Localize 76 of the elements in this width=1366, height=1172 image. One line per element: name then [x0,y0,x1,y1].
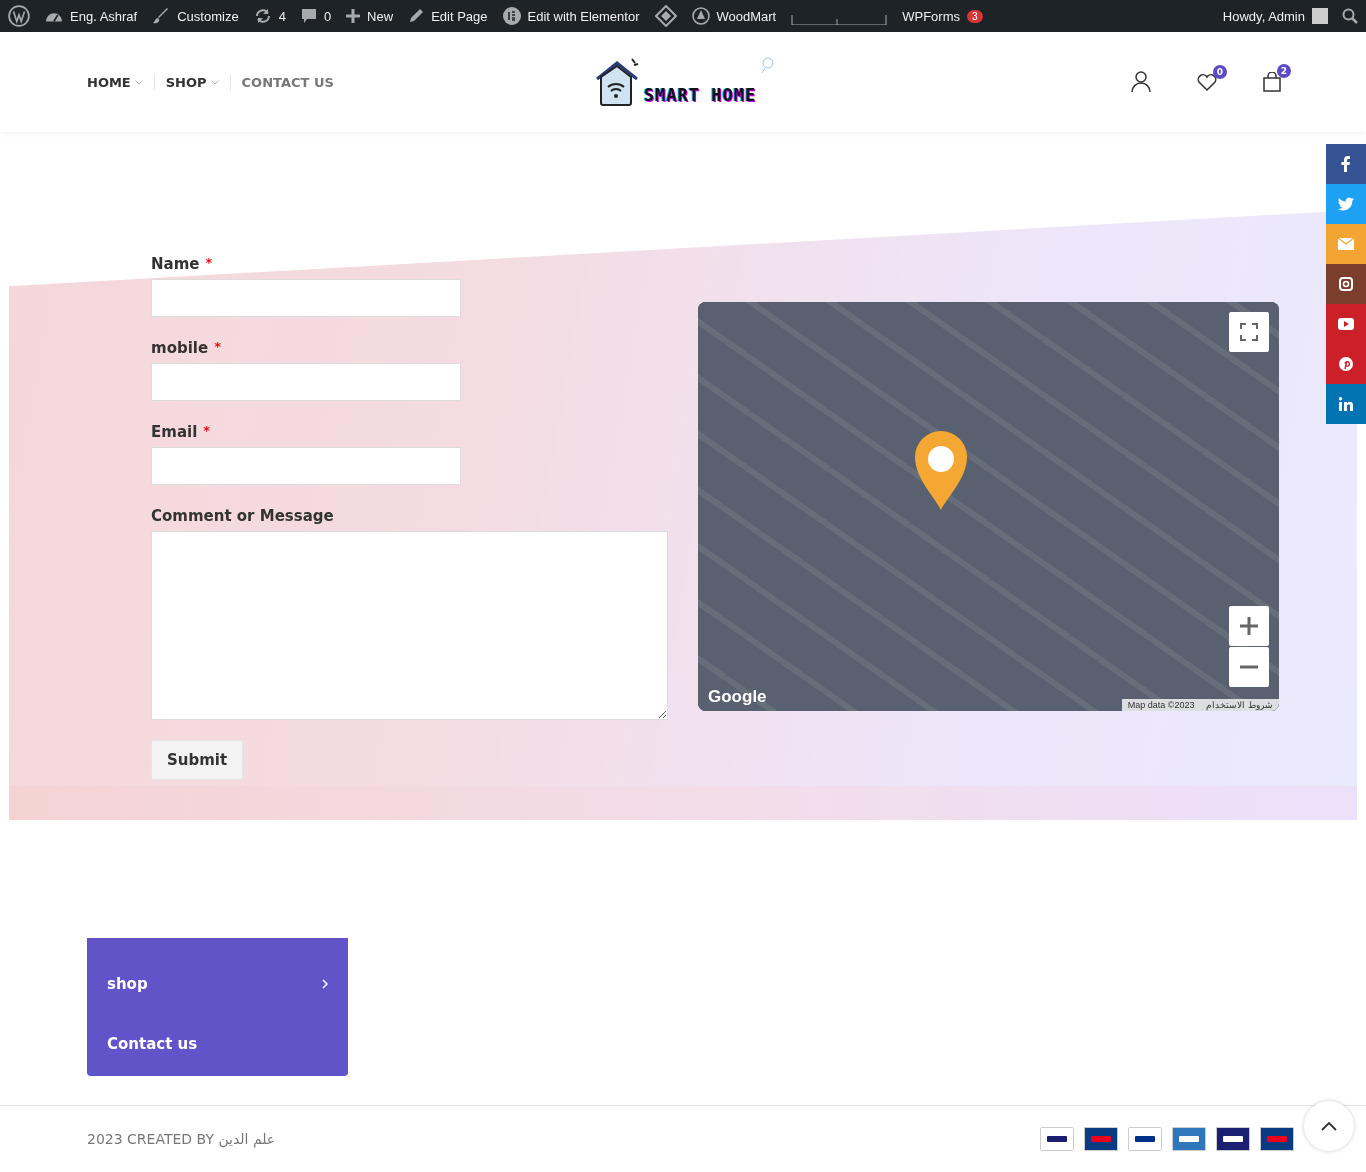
required-mark: * [203,423,211,440]
field-label: mobile [151,339,209,357]
social-share-button[interactable] [1326,304,1366,344]
wishlist-count-badge: 0 [1213,65,1227,79]
admin-bar-link[interactable]: 4 [278,8,286,24]
admin-bar-link[interactable]: WoodMart [716,8,777,24]
minus-icon [1240,665,1258,669]
plus-icon [346,9,361,23]
refresh-icon [253,7,272,25]
admin-bar-link[interactable]: Customize [177,8,239,24]
required-mark: * [205,255,213,272]
logo-text[interactable]: SMART HOME [643,85,757,107]
fullscreen-icon [1240,323,1258,341]
plus-icon [1240,617,1258,635]
social-share-button[interactable] [1326,264,1366,304]
footer-menu-link[interactable]: shop [107,962,328,1006]
house-wifi-icon [593,57,640,107]
field-label: Comment or Message [151,507,334,525]
map-pin-icon [914,430,968,510]
input-field[interactable] [151,447,461,485]
admin-bar-link[interactable]: Edit Page [431,8,488,24]
chevron-up-icon [1321,1121,1337,1131]
payment-card-icon [1260,1127,1294,1151]
notification-badge: 3 [967,9,983,23]
submit-button[interactable]: Submit [151,740,244,780]
social-share-button[interactable] [1326,384,1366,424]
user-icon[interactable] [1131,71,1151,93]
payment-card-icon [1084,1127,1118,1151]
field-label: Name [151,255,200,273]
footer-menu-link[interactable]: Contact us [107,1022,328,1066]
map-brand-logo: Google [708,687,767,707]
required-mark: * [214,339,221,356]
payment-card-icon [1128,1127,1162,1151]
shopping-bag-icon[interactable] [1263,72,1281,92]
payment-card-icon [1172,1127,1206,1151]
play-icon [1338,318,1354,330]
pencil-icon [408,8,425,24]
heart-icon[interactable] [1197,73,1217,91]
input-field[interactable] [151,363,461,401]
input-field[interactable] [151,279,461,317]
nav-link[interactable]: SHOP [154,74,231,90]
zoom-out-button[interactable] [1229,647,1269,687]
map-attribution: Map data ©2023 [1126,699,1196,711]
elementor-icon [502,7,521,25]
payment-card-icon [1216,1127,1250,1151]
admin-bar-link[interactable]: New [367,8,394,24]
zoom-in-button[interactable] [1229,606,1269,646]
cart-count-badge: 2 [1277,64,1291,78]
pin-letter-icon [1339,357,1353,371]
brush-icon [152,7,171,25]
copyright-text: 2023 CREATED BY علم الدين [87,1131,276,1147]
fullscreen-button[interactable] [1229,312,1269,352]
facebook-icon [1341,156,1351,172]
diamond-icon[interactable] [654,5,677,27]
admin-bar-link[interactable]: Eng. Ashraf [70,8,138,24]
bird-icon [1338,197,1354,211]
admin-bar-link[interactable]: Edit with Elementor [527,8,640,24]
admin-bar-link[interactable]: 0 [323,8,332,24]
camera-icon [1339,277,1353,291]
terms-link[interactable]: شروط الاستخدام [1200,699,1279,711]
wordpress-logo-icon[interactable] [8,5,30,27]
avatar-icon [1312,8,1328,24]
linkedin-icon [1339,397,1353,411]
envelope-icon [1338,238,1354,250]
message-field[interactable] [151,531,668,720]
nav-link[interactable]: CONTACT US [230,74,345,90]
nav-link[interactable]: HOME [87,74,155,90]
comment-icon [300,8,317,24]
search-icon[interactable] [1342,8,1358,24]
field-label: Email [151,423,198,441]
account-link[interactable]: Howdy, Admin [1222,8,1305,24]
tree-logo-icon [691,7,710,25]
social-share-button[interactable] [1326,344,1366,384]
payment-card-icon [1040,1127,1074,1151]
social-share-button[interactable] [1326,144,1366,184]
admin-bar-link[interactable]: WPForms [902,8,960,24]
